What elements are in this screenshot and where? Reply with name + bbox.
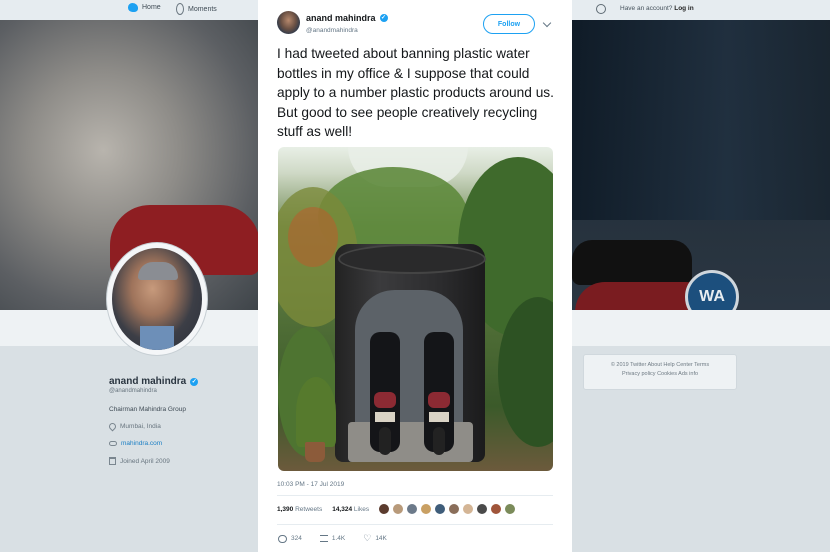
tweet-author-handle[interactable]: @anandmahindra <box>306 27 358 34</box>
tweet-card: anand mahindra ✓ @anandmahindra Follow I… <box>258 0 572 552</box>
photo-scooter-left <box>370 332 400 455</box>
banner-motorcycle-seat <box>572 240 692 285</box>
scooter-plate <box>375 412 395 422</box>
likes-count: 14,324 <box>332 506 353 513</box>
follow-button[interactable]: Follow <box>483 14 535 34</box>
moments-icon <box>176 3 184 15</box>
verified-badge-icon: ✓ <box>190 377 199 386</box>
photo-tank-lid <box>338 244 486 274</box>
link-icon <box>109 441 117 446</box>
reply-count: 324 <box>291 535 302 542</box>
tweet-author-name[interactable]: anand mahindra <box>306 13 376 23</box>
liker-avatar[interactable] <box>378 503 390 515</box>
retweets-count: 1,390 <box>277 506 294 513</box>
profile-info: anand mahindra ✓ @anandmahindra Chairman… <box>107 376 249 465</box>
like-button[interactable]: ♡ 14K <box>363 534 387 543</box>
profile-bio: Chairman Mahindra Group <box>109 406 186 413</box>
photo-plant-pot <box>305 442 325 462</box>
footer-row-1[interactable]: © 2019 Twitter About Help Center Terms <box>584 362 736 368</box>
liker-avatar[interactable] <box>448 503 460 515</box>
nav-home-label: Home <box>142 4 161 11</box>
profile-website-link[interactable]: mahindra.com <box>121 440 162 447</box>
likes-label: Likes <box>353 506 370 513</box>
reply-button[interactable]: 324 <box>278 534 302 543</box>
scooter-taillight <box>374 392 396 408</box>
reply-icon <box>278 534 287 543</box>
login-link[interactable]: Log in <box>674 5 694 12</box>
photo-scooter-right <box>424 332 454 455</box>
footer-links: © 2019 Twitter About Help Center Terms P… <box>583 354 737 390</box>
retweets-stat[interactable]: 1,390 Retweets <box>277 506 322 513</box>
liker-avatar[interactable] <box>476 503 488 515</box>
footer-row-2[interactable]: Privacy policy Cookies Ads info <box>584 371 736 377</box>
banner-background <box>572 20 830 220</box>
retweet-icon <box>319 535 328 542</box>
avatar-shirt <box>140 326 174 350</box>
profile-location-row: Mumbai, India <box>107 421 249 432</box>
retweet-button[interactable]: 1.4K <box>319 534 346 543</box>
retweets-label: Retweets <box>295 506 323 513</box>
divider <box>277 524 553 525</box>
profile-joined: Joined April 2009 <box>120 457 170 465</box>
login-prompt: Have an account? Log in <box>620 5 694 12</box>
scooter-wheel <box>433 427 445 455</box>
likers-avatars <box>378 503 516 515</box>
profile-website-row: mahindra.com <box>109 440 249 447</box>
liker-avatar[interactable] <box>406 503 418 515</box>
profile-handle[interactable]: @anandmahindra <box>109 388 249 394</box>
profile-name-row: anand mahindra ✓ <box>109 376 249 387</box>
photo-potted-plant <box>296 377 336 447</box>
profile-location: Mumbai, India <box>120 423 161 430</box>
likes-stat[interactable]: 14,324 Likes <box>332 506 369 513</box>
nav-moments[interactable]: Moments <box>176 3 217 15</box>
liker-avatar[interactable] <box>420 503 432 515</box>
liker-avatar[interactable] <box>504 503 516 515</box>
liker-avatar[interactable] <box>392 503 404 515</box>
login-prompt-text: Have an account? <box>620 5 673 12</box>
tweet-text: I had tweeted about banning plastic wate… <box>277 46 554 139</box>
like-count: 14K <box>375 535 387 542</box>
profile-joined-row: Joined April 2009 <box>109 457 249 465</box>
tweet-actions: 324 1.4K ♡ 14K <box>278 534 387 543</box>
profile-avatar[interactable] <box>107 243 207 355</box>
photo-foliage <box>288 207 338 267</box>
scooter-taillight <box>428 392 450 408</box>
nav-moments-label: Moments <box>188 5 217 13</box>
avatar-photo <box>112 248 202 350</box>
tweet-author-avatar[interactable] <box>277 11 300 34</box>
tweet-stats: 1,390 Retweets 14,324 Likes <box>277 506 369 513</box>
avatar-hair <box>138 262 178 280</box>
scooter-plate <box>429 412 449 422</box>
liker-avatar[interactable] <box>434 503 446 515</box>
tweet-timestamp[interactable]: 10:03 PM - 17 Jul 2019 <box>277 481 344 488</box>
verified-badge-icon: ✓ <box>379 14 388 22</box>
divider <box>277 495 553 496</box>
location-pin-icon <box>107 421 118 432</box>
profile-name[interactable]: anand mahindra <box>109 376 186 387</box>
chevron-down-icon[interactable] <box>542 18 552 28</box>
retweet-count: 1.4K <box>331 535 346 542</box>
photo-floor <box>348 422 473 462</box>
search-icon[interactable] <box>596 4 606 14</box>
liker-avatar[interactable] <box>490 503 502 515</box>
calendar-icon <box>109 457 116 465</box>
liker-avatar[interactable] <box>462 503 474 515</box>
scooter-wheel <box>379 427 391 455</box>
tweet-author-name-row: anand mahindra ✓ <box>306 13 388 23</box>
heart-icon: ♡ <box>363 533 372 543</box>
nav-home[interactable]: Home <box>128 3 161 12</box>
tweet-photo[interactable] <box>278 147 553 471</box>
twitter-bird-icon <box>128 3 138 12</box>
